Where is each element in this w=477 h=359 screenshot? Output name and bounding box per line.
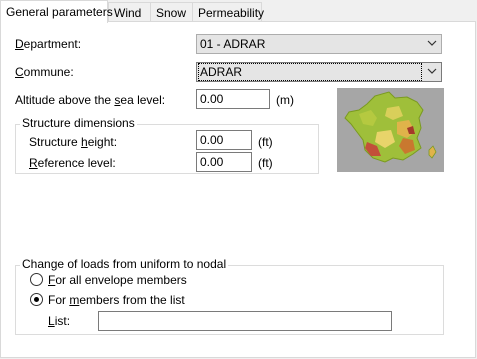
altitude-input[interactable]: 0.00 xyxy=(196,89,270,109)
department-value: 01 - ADRAR xyxy=(200,37,266,51)
members-list-input[interactable] xyxy=(98,311,392,331)
altitude-value: 0.00 xyxy=(200,92,224,106)
loads-legend: Change of loads from uniform to nodal xyxy=(20,257,229,271)
tab-label: Permeability xyxy=(198,6,265,20)
chevron-down-icon xyxy=(427,40,437,46)
reference-level-input[interactable]: 0.00 xyxy=(196,152,252,172)
tab-general-parameters[interactable]: General parameters xyxy=(0,0,113,23)
all-envelope-members-label[interactable]: For all envelope members xyxy=(48,273,187,287)
altitude-unit: (m) xyxy=(276,93,294,107)
department-select[interactable]: 01 - ADRAR xyxy=(196,34,442,54)
tab-wind[interactable]: Wind xyxy=(108,2,151,22)
commune-value: ADRAR xyxy=(198,63,422,81)
reference-level-unit: (ft) xyxy=(258,156,273,170)
structure-height-value: 0.00 xyxy=(200,133,224,147)
tab-snow[interactable]: Snow xyxy=(150,2,193,22)
department-label: Department: xyxy=(15,37,82,51)
tab-label: Wind xyxy=(114,6,142,20)
commune-select[interactable]: ADRAR xyxy=(196,62,442,82)
structure-height-input[interactable]: 0.00 xyxy=(196,130,252,150)
tab-permeability[interactable]: Permeability xyxy=(192,2,265,22)
radio-selected-dot xyxy=(34,297,39,302)
list-label: List: xyxy=(48,314,71,328)
tab-label: Snow xyxy=(156,6,187,20)
tab-label: General parameters xyxy=(6,5,113,19)
france-map-icon xyxy=(337,88,444,172)
reference-level-value: 0.00 xyxy=(200,155,224,169)
structure-height-unit: (ft) xyxy=(258,135,273,149)
reference-level-label: Reference level: xyxy=(29,156,116,170)
structure-dimensions-legend: Structure dimensions xyxy=(20,116,137,130)
members-from-list-label[interactable]: For members from the list xyxy=(48,293,185,307)
radio-members-from-list[interactable] xyxy=(30,293,43,306)
radio-all-envelope-members[interactable] xyxy=(30,273,43,286)
altitude-label: Altitude above the sea level: xyxy=(15,93,166,107)
commune-label: Commune: xyxy=(15,65,74,79)
structure-height-label: Structure height: xyxy=(29,135,118,149)
tab-strip: General parameters Wind Snow Permeabilit… xyxy=(0,0,477,23)
chevron-down-icon xyxy=(427,68,437,74)
